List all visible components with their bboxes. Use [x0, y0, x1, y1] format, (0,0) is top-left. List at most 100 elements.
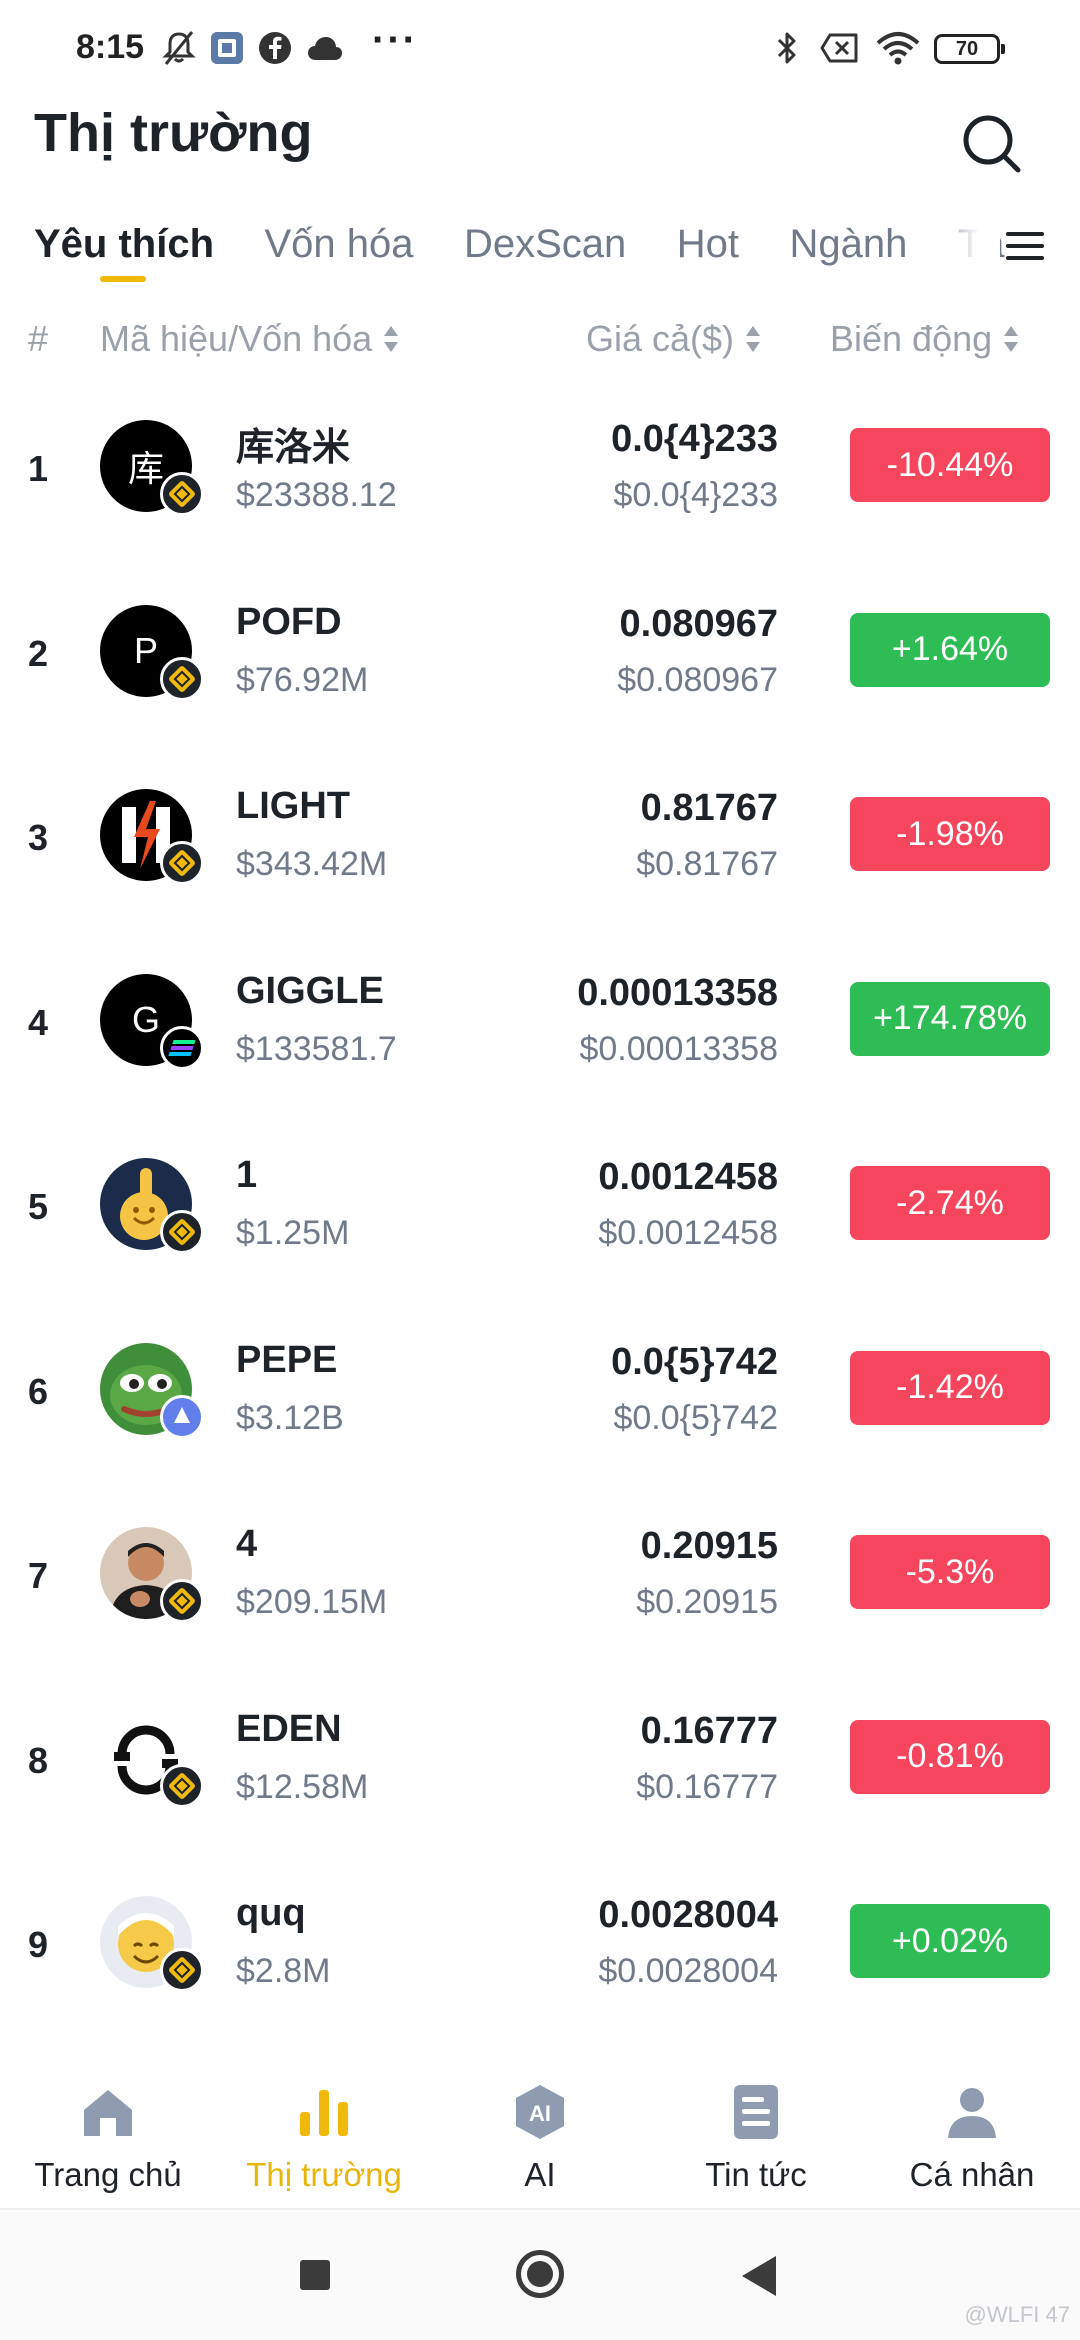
bnb-chain-icon	[160, 472, 204, 516]
token-avatar-text: G	[131, 998, 160, 1040]
change-badge[interactable]: -1.98%	[850, 797, 1050, 871]
nav-profile-label: Cá nhân	[909, 2156, 1035, 2193]
token-price: 0.0028004	[598, 1894, 778, 1936]
token-market-cap: $2.8M	[236, 1952, 331, 1990]
token-market-cap: $1.25M	[236, 1214, 350, 1252]
tab-sectors[interactable]: Ngành	[789, 216, 907, 286]
list-item[interactable]: 2 P POFD $76.92M 0.080967 $0.080967 +1.6…	[0, 563, 1080, 748]
sort-icon	[746, 326, 761, 352]
token-price: 0.080967	[619, 602, 779, 645]
list-item[interactable]: 7 4 $209.15M 0.20915 $0.20915 -5.3%	[0, 1485, 1080, 1670]
profile-icon	[942, 2082, 1002, 2142]
row-rank: 2	[28, 632, 49, 674]
nav-news-label: Tin tức	[705, 2156, 807, 2193]
token-symbol: LIGHT	[236, 785, 350, 827]
token-market-cap: $12.58M	[236, 1767, 369, 1806]
tab-market-cap[interactable]: Vốn hóa	[264, 216, 413, 286]
list-item[interactable]: 3 LIGHT $343.42M 0.81767 $0.81767 -1.98%	[0, 747, 1080, 932]
nav-profile[interactable]: Cá nhân	[864, 2060, 1080, 2208]
token-symbol: 4	[236, 1523, 258, 1565]
wifi-icon	[876, 30, 920, 66]
col-symbol-sort[interactable]: Mã hiệu/Vốn hóa	[100, 318, 399, 360]
change-badge[interactable]: -10.44%	[850, 428, 1050, 502]
facebook-icon	[258, 30, 292, 66]
nav-markets-label: Thị trường	[246, 2156, 402, 2193]
nav-home-label: Trang chủ	[34, 2156, 182, 2193]
recent-apps-button[interactable]	[300, 2260, 330, 2290]
token-market-cap: $3.12B	[236, 1398, 344, 1437]
change-badge[interactable]: -5.3%	[850, 1535, 1050, 1609]
token-symbol: quq	[236, 1892, 306, 1934]
change-badge[interactable]: +1.64%	[850, 612, 1050, 687]
token-price-usd: $0.81767	[636, 845, 778, 883]
status-bar: 8:15 ··· 70	[0, 0, 1080, 96]
svg-text:AI: AI	[529, 2101, 551, 2126]
battery-level: 70	[955, 37, 979, 60]
nav-ai-label: AI	[524, 2156, 556, 2193]
token-price: 0.00013358	[577, 971, 778, 1014]
nav-ai[interactable]: AI AI	[432, 2060, 648, 2208]
news-icon	[726, 2082, 786, 2142]
change-badge[interactable]: -0.81%	[850, 1719, 1050, 1794]
token-price-usd: $0.0{5}742	[613, 1398, 778, 1437]
list-item[interactable]: 9 quq $2.8M 0.0028004 $0.0028004 +0.02%	[0, 1854, 1080, 2039]
sort-icon	[1004, 326, 1019, 352]
search-icon	[963, 115, 1021, 173]
col-price-label: Giá cả($)	[586, 318, 735, 359]
list-item[interactable]: 1 库 库洛米 $23388.12 0.0{4}233 $0.0{4}233 -…	[0, 378, 1080, 563]
home-button[interactable]	[516, 2250, 564, 2298]
bnb-chain-icon	[160, 841, 204, 885]
token-price: 0.16777	[640, 1709, 778, 1752]
token-price-usd: $0.20915	[636, 1583, 778, 1621]
list-item[interactable]: 8 EDEN $12.58M 0.16777 $0.16777 -0.81%	[0, 1670, 1080, 1855]
list-item[interactable]: 5 1 $1.25M 0.0012458 $0.0012458 -2.74%	[0, 1116, 1080, 1301]
token-symbol: 1	[236, 1154, 258, 1196]
token-price-usd: $0.00013358	[579, 1029, 778, 1068]
system-nav-bar	[0, 2212, 1080, 2340]
col-price-sort[interactable]: Giá cả($)	[586, 318, 761, 360]
token-price-usd: $0.080967	[617, 660, 778, 699]
token-avatar-text: P	[133, 629, 158, 671]
row-rank: 8	[28, 1739, 49, 1781]
col-change-sort[interactable]: Biến động	[830, 318, 1019, 360]
change-badge[interactable]: +174.78%	[850, 981, 1050, 1056]
token-price: 0.0{4}233	[611, 418, 778, 460]
token-price-usd: $0.0{4}233	[613, 476, 778, 514]
bottom-navigation: Trang chủ Thị trường AI AI Tin tức Cá nh…	[0, 2060, 1080, 2210]
token-price: 0.20915	[640, 1525, 778, 1567]
col-change-label: Biến động	[830, 318, 993, 359]
token-symbol: POFD	[236, 600, 342, 643]
list-item[interactable]: 6 PEPE $3.12B 0.0{5}742 $0.0{5}742 -1.42…	[0, 1301, 1080, 1486]
token-symbol: 库洛米	[236, 427, 351, 469]
battery-icon: 70	[934, 34, 1005, 64]
back-button[interactable]	[742, 2256, 776, 2296]
change-badge[interactable]: -2.74%	[850, 1166, 1050, 1240]
tab-hot[interactable]: Hot	[677, 216, 739, 286]
bluetooth-icon	[774, 30, 800, 66]
token-market-cap: $343.42M	[236, 845, 388, 883]
change-badge[interactable]: +0.02%	[850, 1904, 1050, 1978]
token-market-cap: $133581.7	[236, 1029, 397, 1068]
favorites-list: 1 库 库洛米 $23388.12 0.0{4}233 $0.0{4}233 -…	[0, 378, 1080, 2039]
app-notification-icon	[210, 30, 244, 66]
more-status-icon: ···	[372, 18, 418, 62]
nav-news[interactable]: Tin tức	[648, 2060, 864, 2208]
row-rank: 6	[28, 1370, 49, 1412]
search-button[interactable]	[956, 108, 1028, 180]
bnb-chain-icon	[160, 1948, 204, 1992]
nav-markets[interactable]: Thị trường	[216, 2060, 432, 2208]
list-item[interactable]: 4 G GIGGLE $133581.7 0.00013358 $0.00013…	[0, 932, 1080, 1117]
token-market-cap: $76.92M	[236, 660, 369, 699]
nav-home[interactable]: Trang chủ	[0, 2060, 216, 2208]
tabs-menu-icon[interactable]	[1006, 232, 1044, 264]
tab-dexscan[interactable]: DexScan	[464, 216, 626, 286]
ethereum-chain-icon	[160, 1394, 204, 1439]
bnb-chain-icon	[160, 1763, 204, 1808]
col-symbol-label: Mã hiệu/Vốn hóa	[100, 318, 373, 359]
tab-favorites[interactable]: Yêu thích	[34, 216, 214, 286]
token-price: 0.81767	[640, 787, 778, 829]
bnb-chain-icon	[160, 1579, 204, 1623]
row-rank: 1	[28, 448, 49, 489]
change-badge[interactable]: -1.42%	[850, 1350, 1050, 1425]
market-tabs: Yêu thích Vốn hóa DexScan Hot Ngành Tầ	[34, 216, 1024, 296]
